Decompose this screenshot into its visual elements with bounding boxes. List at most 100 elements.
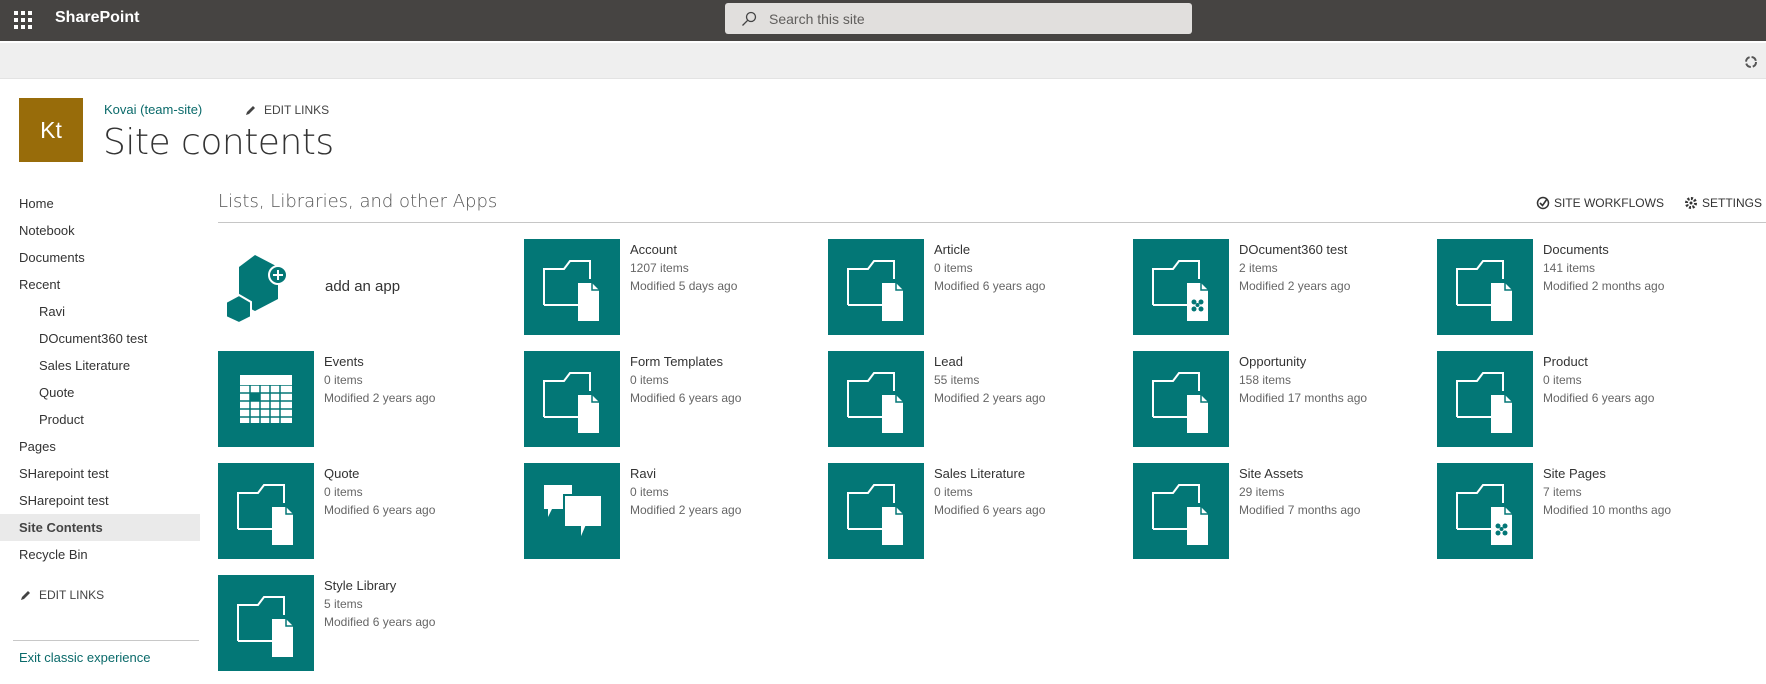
app-item-count: 0 items: [630, 485, 669, 499]
site-workflows-button[interactable]: SITE WORKFLOWS: [1536, 196, 1664, 210]
app-tile[interactable]: Quote 0 items Modified 6 years ago: [218, 463, 518, 559]
nav-item[interactable]: Home: [0, 190, 200, 217]
app-name[interactable]: Site Pages: [1543, 466, 1671, 481]
nav-item[interactable]: Product: [0, 406, 200, 433]
app-modified: Modified 2 years ago: [630, 503, 742, 517]
library-icon[interactable]: [218, 575, 314, 671]
nav-item[interactable]: Documents: [0, 244, 200, 271]
app-name[interactable]: Form Templates: [630, 354, 741, 369]
add-app-tile[interactable]: add an app: [218, 239, 518, 335]
nav-item[interactable]: Ravi: [0, 298, 200, 325]
nav-item[interactable]: DOcument360 test: [0, 325, 200, 352]
search-input[interactable]: Search this site: [725, 3, 1192, 34]
app-name[interactable]: Quote: [324, 466, 435, 481]
app-modified: Modified 6 years ago: [630, 391, 742, 405]
nav-item[interactable]: Notebook: [0, 217, 200, 244]
sync-icon[interactable]: [1744, 55, 1758, 69]
nav-divider: [13, 640, 199, 641]
app-name[interactable]: Events: [324, 354, 435, 369]
nav-item[interactable]: Sales Literature: [0, 352, 200, 379]
exit-classic-link[interactable]: Exit classic experience: [19, 650, 151, 665]
quick-launch: Home Notebook Documents Recent Ravi DOcument3…: [0, 190, 200, 568]
app-name[interactable]: Account: [630, 242, 737, 257]
app-modified: Modified 6 years ago: [934, 503, 1046, 517]
gear-icon: [1684, 197, 1697, 209]
section-title: Lists, Libraries, and other Apps: [218, 191, 498, 212]
app-tile[interactable]: Style Library 5 items Modified 6 years ago: [218, 575, 518, 671]
app-meta: Quote 0 items Modified 6 years ago: [324, 466, 435, 517]
app-name[interactable]: SharePoint: [55, 9, 139, 27]
edit-links-top[interactable]: EDIT LINKS: [245, 103, 329, 117]
library-icon[interactable]: [1133, 463, 1229, 559]
app-item-count: 0 items: [1543, 373, 1582, 387]
app-name[interactable]: Site Assets: [1239, 466, 1360, 481]
library-icon[interactable]: [524, 239, 620, 335]
library-pages-icon[interactable]: [1437, 463, 1533, 559]
app-meta: Account 1207 items Modified 5 days ago: [630, 242, 737, 293]
app-tile[interactable]: Opportunity 158 items Modified 17 months a…: [1133, 351, 1433, 447]
nav-item[interactable]: Quote: [0, 379, 200, 406]
app-item-count: 0 items: [934, 485, 973, 499]
library-icon[interactable]: [218, 463, 314, 559]
app-tile[interactable]: Form Templates 0 items Modified 6 years ag…: [524, 351, 824, 447]
app-tile[interactable]: Product 0 items Modified 6 years ago: [1437, 351, 1737, 447]
app-tile[interactable]: Sales Literature 0 items Modified 6 years …: [828, 463, 1128, 559]
app-item-count: 2 items: [1239, 261, 1278, 275]
nav-item[interactable]: Pages: [0, 433, 200, 460]
app-name[interactable]: Product: [1543, 354, 1654, 369]
site-logo[interactable]: Kt: [19, 98, 83, 162]
page-title: Site contents: [103, 122, 334, 163]
app-meta: Lead 55 items Modified 2 years ago: [934, 354, 1045, 405]
app-item-count: 55 items: [934, 373, 980, 387]
edit-links-label: EDIT LINKS: [39, 588, 105, 602]
app-name[interactable]: Ravi: [630, 466, 741, 481]
app-tile[interactable]: Site Pages 7 items Modified 10 months ago: [1437, 463, 1737, 559]
app-tile[interactable]: Site Assets 29 items Modified 7 months ago: [1133, 463, 1433, 559]
site-name-link[interactable]: Kovai (team-site): [104, 102, 202, 117]
nav-item[interactable]: Recycle Bin: [0, 541, 200, 568]
app-name[interactable]: Documents: [1543, 242, 1664, 257]
library-icon[interactable]: [1437, 351, 1533, 447]
library-icon[interactable]: [828, 463, 924, 559]
app-modified: Modified 5 days ago: [630, 279, 738, 293]
app-item-count: 7 items: [1543, 485, 1582, 499]
nav-item[interactable]: Recent: [0, 271, 200, 298]
app-name[interactable]: Lead: [934, 354, 1045, 369]
app-name[interactable]: Article: [934, 242, 1045, 257]
app-meta: Events 0 items Modified 2 years ago: [324, 354, 435, 405]
app-tile[interactable]: Lead 55 items Modified 2 years ago: [828, 351, 1128, 447]
library-icon[interactable]: [1133, 351, 1229, 447]
library-icon[interactable]: [1437, 239, 1533, 335]
nav-item[interactable]: Site Contents: [0, 514, 200, 541]
nav-item[interactable]: SHarepoint test: [0, 460, 200, 487]
app-tile[interactable]: Account 1207 items Modified 5 days ago: [524, 239, 824, 335]
content-actions: SITE WORKFLOWS SETTINGS: [1536, 196, 1762, 210]
app-tile[interactable]: Article 0 items Modified 6 years ago: [828, 239, 1128, 335]
app-meta: Opportunity 158 items Modified 17 months a…: [1239, 354, 1367, 405]
nav-item[interactable]: SHarepoint test: [0, 487, 200, 514]
library-icon[interactable]: [828, 239, 924, 335]
discussion-icon[interactable]: [524, 463, 620, 559]
app-meta: Sales Literature 0 items Modified 6 years …: [934, 466, 1045, 517]
app-tile[interactable]: Documents 141 items Modified 2 months ago: [1437, 239, 1737, 335]
section-divider: [218, 222, 1766, 223]
app-modified: Modified 2 months ago: [1543, 279, 1665, 293]
app-modified: Modified 10 months ago: [1543, 503, 1672, 517]
app-launcher-icon[interactable]: [14, 11, 32, 29]
app-name[interactable]: Sales Literature: [934, 466, 1045, 481]
edit-links-nav[interactable]: EDIT LINKS: [20, 588, 104, 602]
library-icon[interactable]: [828, 351, 924, 447]
suite-bar: SharePoint Search this site: [0, 0, 1766, 41]
app-name[interactable]: Style Library: [324, 578, 435, 593]
library-icon[interactable]: [524, 351, 620, 447]
app-name[interactable]: Opportunity: [1239, 354, 1367, 369]
add-app-label: add an app: [325, 278, 401, 295]
app-tile[interactable]: DOcument360 test 2 items Modified 2 years …: [1133, 239, 1433, 335]
calendar-icon[interactable]: [218, 351, 314, 447]
settings-button[interactable]: SETTINGS: [1684, 196, 1762, 210]
app-meta: Site Assets 29 items Modified 7 months ago: [1239, 466, 1360, 517]
app-name[interactable]: DOcument360 test: [1239, 242, 1350, 257]
library-pages-icon[interactable]: [1133, 239, 1229, 335]
app-tile[interactable]: Events 0 items Modified 2 years ago: [218, 351, 518, 447]
app-tile[interactable]: Ravi 0 items Modified 2 years ago: [524, 463, 824, 559]
